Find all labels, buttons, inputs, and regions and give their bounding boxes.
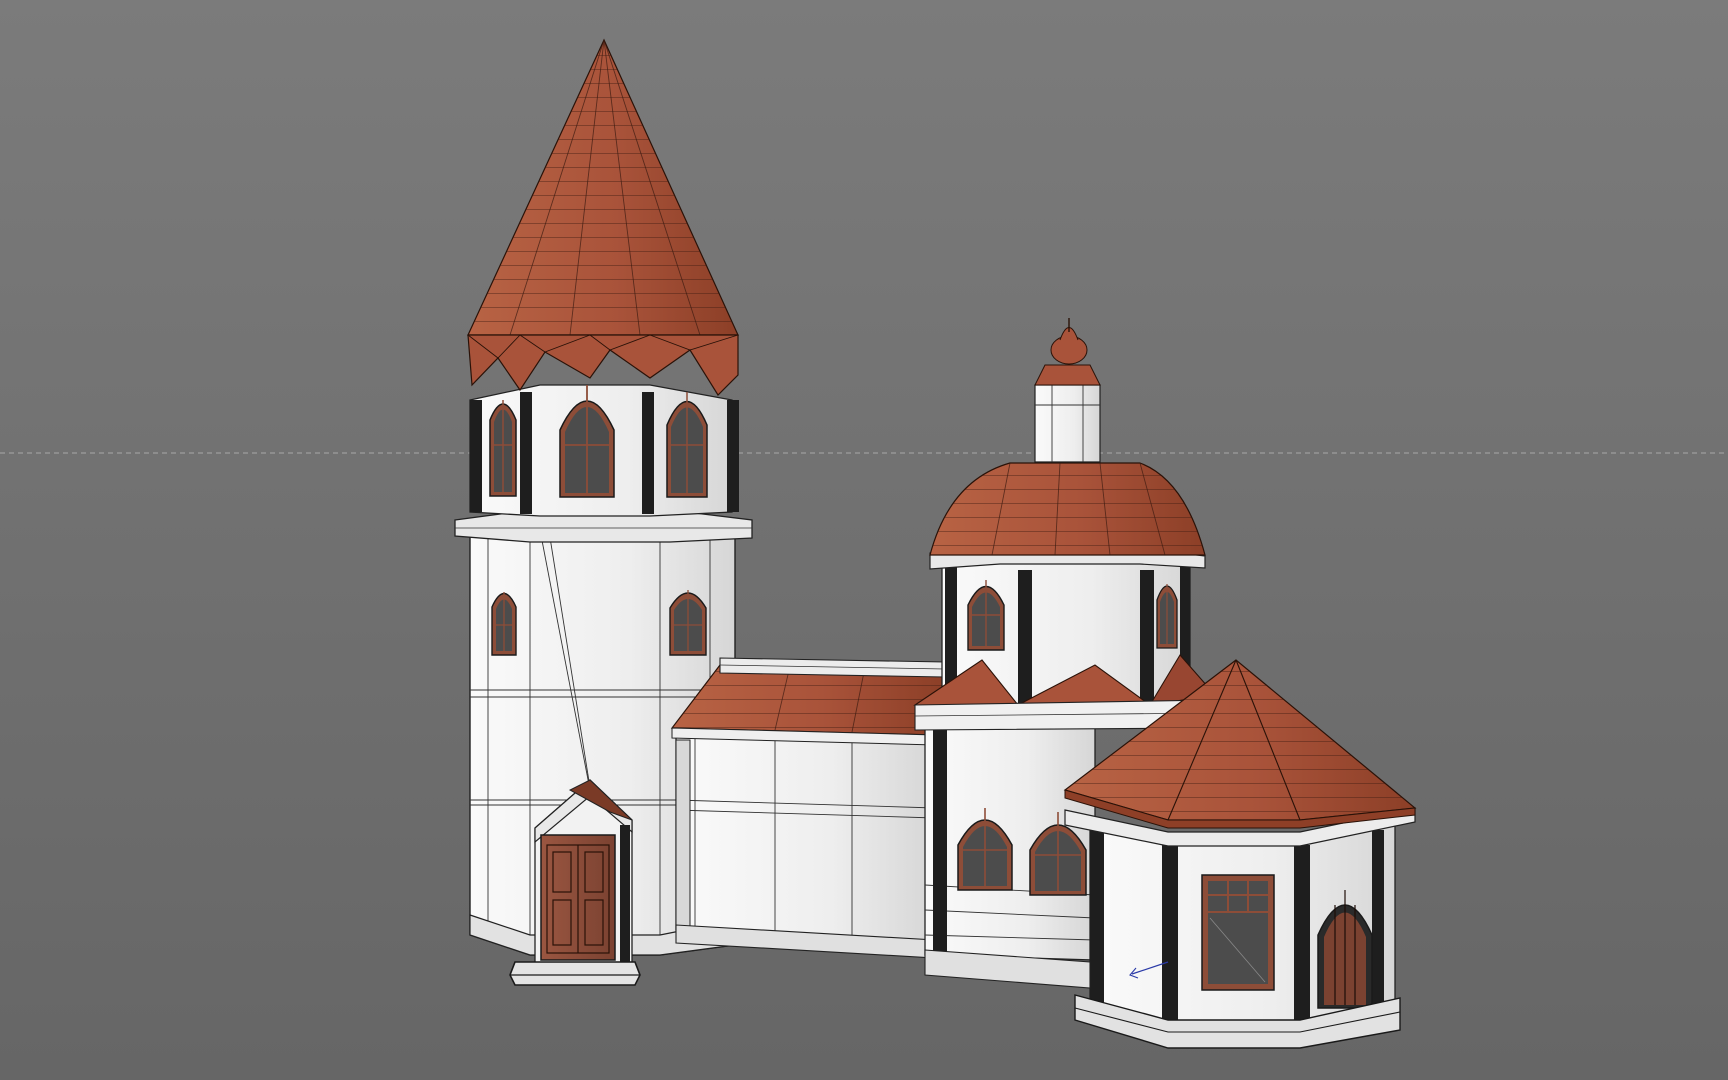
drum-window-right xyxy=(1156,584,1178,649)
tower-window-left xyxy=(491,592,517,656)
3d-viewport[interactable] xyxy=(0,0,1728,1080)
chapel-square-window xyxy=(1201,874,1275,991)
belfry-window-left xyxy=(489,400,517,497)
scene-render xyxy=(0,0,1728,1080)
tower-window-right xyxy=(669,590,707,656)
nave-block xyxy=(670,657,946,959)
